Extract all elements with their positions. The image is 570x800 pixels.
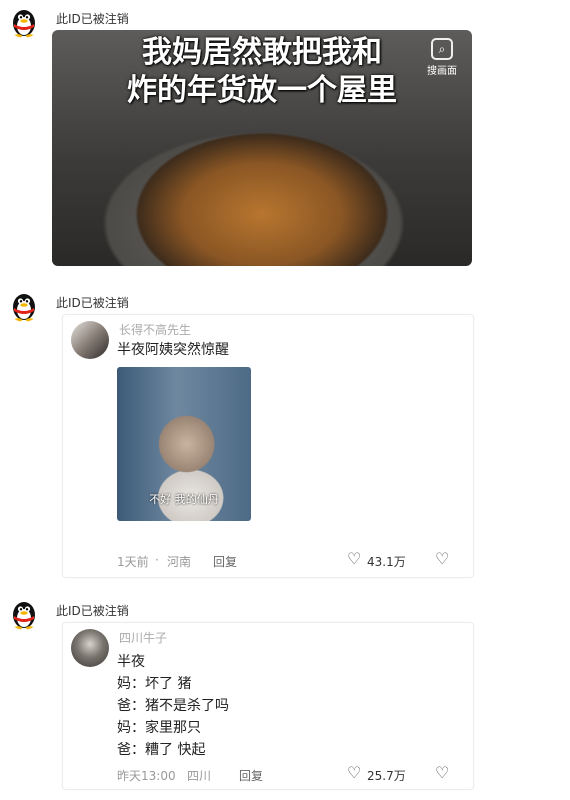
comment-line-4: 妈：家里那只	[117, 720, 201, 736]
like-count: 43.1万	[367, 555, 406, 569]
heart-icon[interactable]: ♡	[347, 549, 361, 568]
meme-caption: 我妈居然敢把我和 炸的年货放一个屋里	[127, 35, 397, 108]
author-name[interactable]: 此ID已被注销	[56, 602, 129, 619]
comment-location: 四川	[187, 769, 212, 783]
comment-text: 半夜阿姨突然惊醒	[117, 342, 229, 358]
scan-search-icon: ⌕	[431, 38, 453, 60]
meme-image[interactable]: 我妈居然敢把我和 炸的年货放一个屋里 ⌕ 搜画面	[52, 30, 472, 266]
quoted-comment-card[interactable]: 长得不高先生 半夜阿姨突然惊醒 不好 我的仙丹 1天前 · 河南 回复 ♡ 43…	[62, 314, 474, 578]
commenter-name[interactable]: 四川牛子	[119, 629, 167, 646]
comment-image-subtitle: 不好 我的仙丹	[149, 493, 219, 506]
meta-separator: ·	[155, 553, 159, 567]
comment-line-5: 爸：糟了 快起	[117, 742, 206, 758]
comment-line-2: 妈：坏了 猪	[117, 676, 192, 692]
dislike-heart-icon[interactable]: ♡	[435, 549, 449, 568]
commenter-name[interactable]: 长得不高先生	[119, 321, 191, 338]
image-search-button[interactable]: ⌕ 搜画面	[424, 38, 460, 77]
author-name[interactable]: 此ID已被注销	[56, 10, 129, 27]
dislike-heart-icon[interactable]: ♡	[435, 763, 449, 782]
heart-icon[interactable]: ♡	[347, 763, 361, 782]
comment-location: 河南	[167, 555, 192, 569]
qq-penguin-avatar[interactable]	[8, 598, 40, 630]
comment-time: 1天前	[117, 555, 149, 569]
comment-image[interactable]: 不好 我的仙丹	[117, 367, 251, 521]
qq-penguin-avatar[interactable]	[8, 290, 40, 322]
image-search-label: 搜画面	[427, 66, 457, 77]
comment-line-3: 爸：猪不是杀了吗	[117, 698, 229, 714]
reply-button[interactable]: 回复	[213, 553, 237, 570]
qq-penguin-avatar[interactable]	[8, 6, 40, 38]
commenter-avatar[interactable]	[71, 629, 109, 667]
like-count: 25.7万	[367, 769, 406, 783]
comment-line-1: 半夜	[117, 654, 145, 670]
author-name[interactable]: 此ID已被注销	[56, 294, 129, 311]
quoted-comment-card[interactable]: 四川牛子 半夜 妈：坏了 猪 爸：猪不是杀了吗 妈：家里那只 爸：糟了 快起 昨…	[62, 622, 474, 790]
comment-time: 昨天13:00	[117, 769, 176, 783]
commenter-avatar[interactable]	[71, 321, 109, 359]
reply-button[interactable]: 回复	[239, 767, 263, 784]
